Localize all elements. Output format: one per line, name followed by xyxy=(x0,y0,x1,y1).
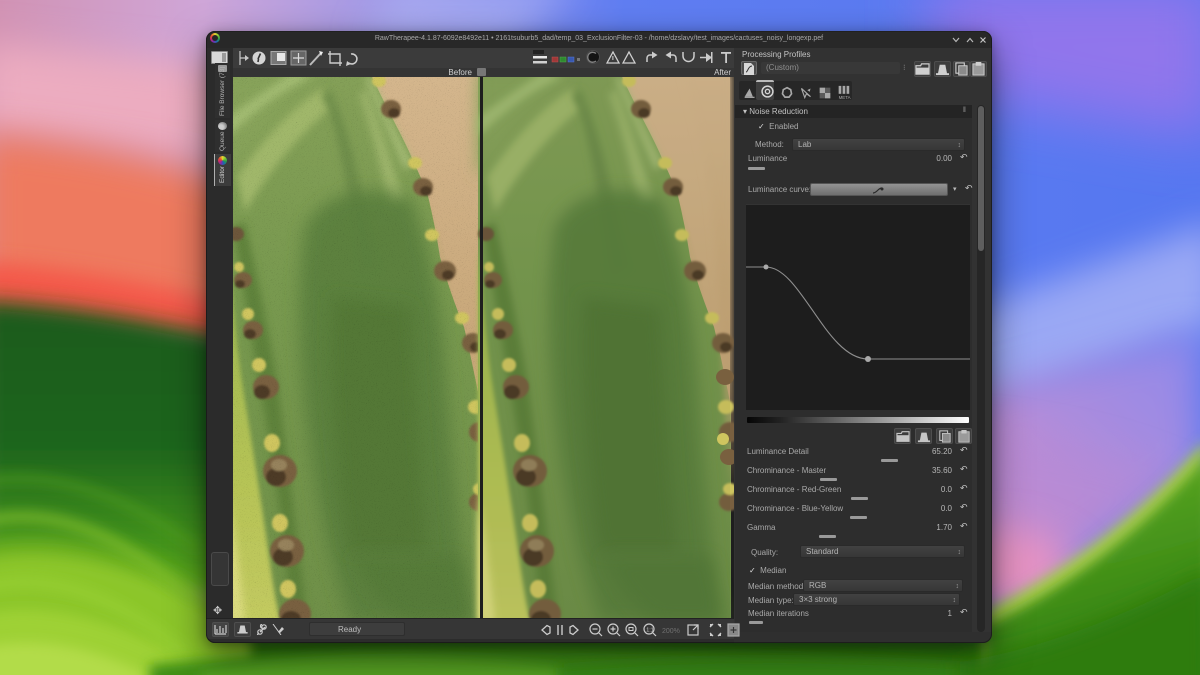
svg-text:1:1: 1:1 xyxy=(646,628,654,634)
svg-text:200%: 200% xyxy=(662,628,680,635)
svg-text:META: META xyxy=(838,95,850,100)
